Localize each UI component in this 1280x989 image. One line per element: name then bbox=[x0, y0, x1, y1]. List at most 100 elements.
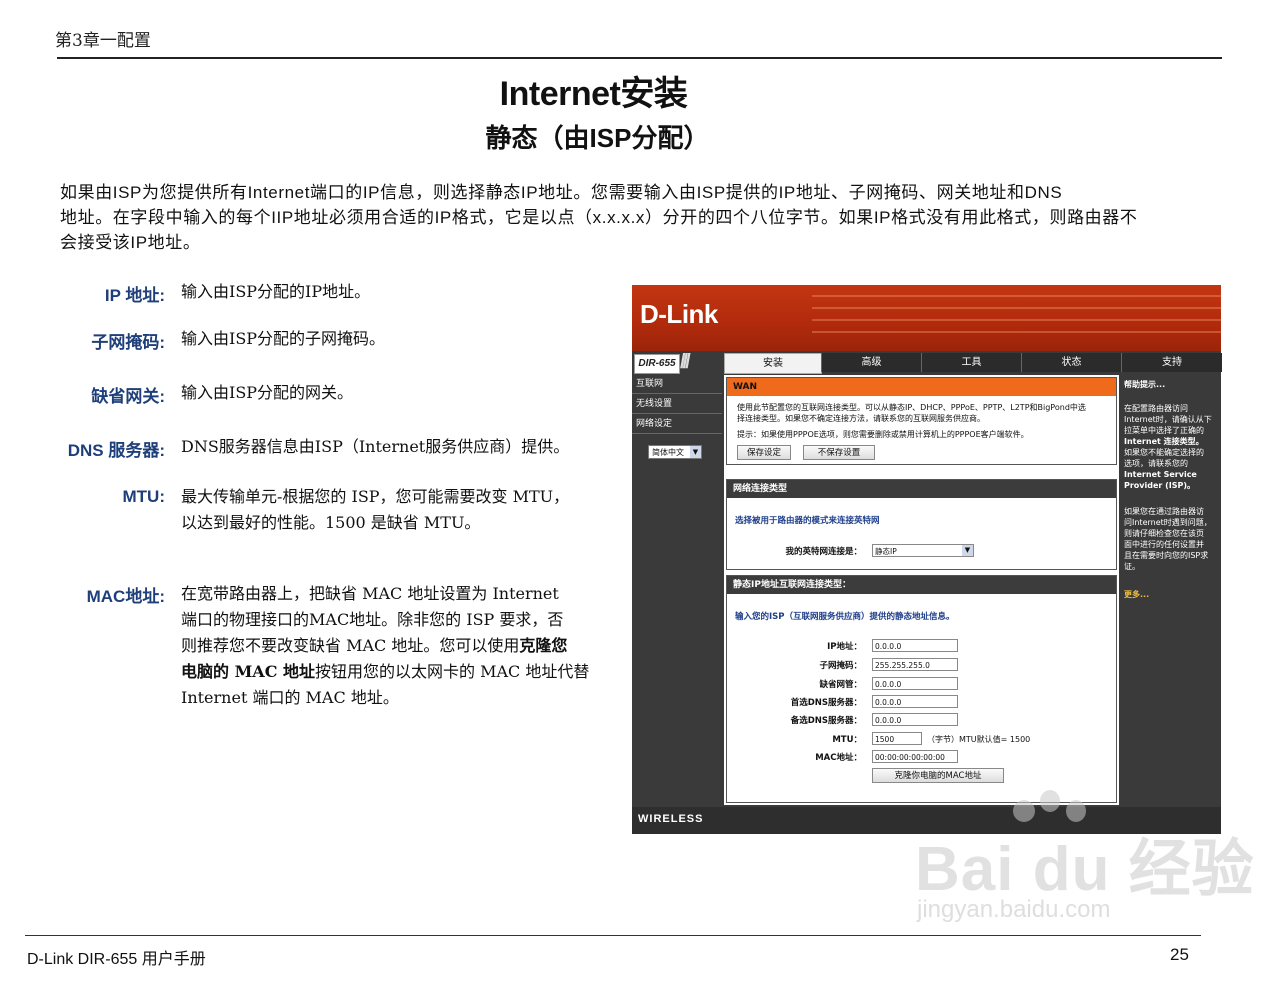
mac-input[interactable]: 00:00:00:00:00:00 bbox=[872, 750, 958, 763]
secondary-dns-input[interactable]: 0.0.0.0 bbox=[872, 713, 958, 726]
intro-line: 地址。在字段中输入的每个IIP地址必须用合适的IP格式，它是以点（x.x.x.x… bbox=[60, 208, 1138, 227]
banner-stripe bbox=[812, 319, 1221, 321]
router-screenshot: D-Link DIR-655 /// 安装 高级 工具 状态 支持 互联网 无线… bbox=[632, 285, 1222, 834]
gateway-label: 缺省网关: bbox=[91, 387, 165, 406]
static-ip-prompt: 输入您的ISP（互联网服务供应商）提供的静态地址信息。 bbox=[735, 612, 955, 622]
ip-address-label: IP地址： bbox=[827, 642, 862, 652]
intro-line: 如果由ISP为您提供所有Internet端口的IP信息，则选择静态IP地址。您需… bbox=[60, 183, 1063, 202]
wan-box: WAN 使用此节配置您的互联网连接类型。可以从静态IP、DHCP、PPPoE、P… bbox=[726, 377, 1117, 465]
ip-description: 输入由ISP分配的IP地址。 bbox=[181, 282, 371, 301]
static-ip-box: 静态IP地址互联网连接类型： 输入您的ISP（互联网服务供应商）提供的静态地址信… bbox=[726, 575, 1117, 803]
help-line: Internet 连接类型。 bbox=[1124, 437, 1204, 446]
connection-type-select[interactable]: 静态IP ▼ bbox=[872, 544, 974, 557]
page-number: 25 bbox=[1170, 945, 1189, 964]
help-line: 且在需要时向您的ISP求 bbox=[1124, 551, 1209, 560]
nav-internet[interactable]: 互联网 bbox=[632, 375, 722, 394]
intro-line: 会接受该IP地址。 bbox=[60, 233, 201, 252]
mac-description: 在宽带路由器上，把缺省 MAC 地址设置为 Internet 端口的物理接口的M… bbox=[181, 581, 629, 711]
language-select[interactable]: 简体中文 ▼ bbox=[648, 445, 702, 459]
wireless-logo: WIRELESS bbox=[638, 813, 704, 825]
slash-decoration: /// bbox=[680, 351, 691, 373]
mac-line-text: 按钮用您的以太网卡的 MAC 地址代替 bbox=[315, 662, 590, 681]
subnet-mask-input[interactable]: 255.255.255.0 bbox=[872, 658, 958, 671]
help-panel: 帮助提示... 在配置路由器访问 Internet时，请确认从下 拉菜单中选择了… bbox=[1121, 375, 1219, 805]
help-title: 帮助提示... bbox=[1124, 380, 1166, 389]
wan-text-line: 使用此节配置您的互联网连接类型。可以从静态IP、DHCP、PPPoE、PPTP、… bbox=[737, 403, 1086, 412]
intro-paragraph: 如果由ISP为您提供所有Internet端口的IP信息，则选择静态IP地址。您需… bbox=[60, 180, 1260, 255]
mtu-line: 以达到最好的性能。1500 是缺省 MTU。 bbox=[181, 513, 481, 532]
chapter-header: 第3章一配置 bbox=[55, 31, 151, 51]
dont-save-button[interactable]: 不保存设置 bbox=[803, 445, 875, 460]
page-title: Internet安装 bbox=[499, 75, 688, 113]
mac-line-text: 则推荐您不要改变缺省 MAC 地址。您可以使用 bbox=[181, 636, 520, 655]
mtu-label: MTU: bbox=[122, 487, 165, 506]
mac-label: MAC地址: bbox=[86, 587, 165, 606]
help-line: Internet时，请确认从下 bbox=[1124, 415, 1212, 424]
tab-support[interactable]: 支持 bbox=[1121, 353, 1222, 372]
clone-mac-button[interactable]: 克隆你电脑的MAC地址 bbox=[872, 768, 1004, 783]
ip-label: IP 地址: bbox=[104, 286, 165, 305]
main-panel: WAN 使用此节配置您的互联网连接类型。可以从静态IP、DHCP、PPPoE、P… bbox=[724, 375, 1119, 805]
connection-type-box: 网络连接类型 选择被用于路由器的模式来连接英特网 我的英特网连接是： 静态IP … bbox=[726, 479, 1117, 570]
dns-label: DNS 服务器: bbox=[67, 441, 165, 460]
chevron-down-icon: ▼ bbox=[962, 545, 973, 556]
help-line: 拉菜单中选择了正确的 bbox=[1124, 426, 1204, 435]
ip-address-input[interactable]: 0.0.0.0 bbox=[872, 639, 958, 652]
help-line: Internet Service bbox=[1124, 470, 1197, 479]
banner-stripe bbox=[812, 331, 1221, 333]
wan-text: 使用此节配置您的互联网连接类型。可以从静态IP、DHCP、PPPoE、PPTP、… bbox=[737, 402, 1107, 440]
help-line: 问Internet时遇到问题， bbox=[1124, 518, 1212, 527]
page-subtitle: 静态（由ISP分配） bbox=[485, 123, 710, 153]
tab-advanced[interactable]: 高级 bbox=[821, 353, 921, 372]
help-line: 如果您不能确定选择的 bbox=[1124, 448, 1204, 457]
help-more-link[interactable]: 更多... bbox=[1124, 589, 1149, 600]
footer-rule bbox=[25, 935, 1201, 936]
gateway-description: 输入由ISP分配的网关。 bbox=[181, 383, 354, 402]
mac-line: 在宽带路由器上，把缺省 MAC 地址设置为 Internet bbox=[181, 584, 559, 603]
dlink-logo: D-Link bbox=[640, 299, 718, 329]
primary-dns-input[interactable]: 0.0.0.0 bbox=[872, 695, 958, 708]
mtu-input[interactable]: 1500 bbox=[872, 732, 922, 745]
model-badge: DIR-655 bbox=[634, 354, 680, 374]
chevron-down-icon: ▼ bbox=[690, 446, 701, 458]
dlink-banner: D-Link bbox=[632, 285, 1221, 351]
mac-line: 电脑的 MAC 地址按钮用您的以太网卡的 MAC 地址代替 bbox=[181, 659, 629, 685]
tab-tools[interactable]: 工具 bbox=[921, 353, 1021, 372]
mtu-note: （字节）MTU默认值= 1500 bbox=[927, 735, 1031, 744]
clone-button-reference: 电脑的 MAC 地址 bbox=[181, 662, 316, 681]
secondary-dns-label: 备选DNS服务器： bbox=[790, 716, 862, 726]
connection-type-prompt: 选择被用于路由器的模式来连接英特网 bbox=[735, 516, 880, 526]
help-line: 在配置路由器访问 bbox=[1124, 404, 1188, 413]
wan-header: WAN bbox=[727, 378, 1116, 396]
help-line: 如果您在通过路由器访 bbox=[1124, 507, 1204, 516]
mtu-field-label: MTU： bbox=[832, 735, 862, 745]
banner-stripe bbox=[812, 307, 1221, 309]
wan-text-line: 择连接类型。如果您不确定连接方法，请联系您的互联网服务供应商。 bbox=[737, 414, 985, 423]
subnet-mask-description: 输入由ISP分配的子网掩码。 bbox=[181, 329, 386, 348]
primary-dns-label: 首选DNS服务器： bbox=[790, 698, 862, 708]
left-nav: 互联网 无线设置 网络设定 简体中文 ▼ bbox=[632, 375, 722, 805]
nav-network[interactable]: 网络设定 bbox=[632, 415, 722, 434]
mtu-line: 最大传输单元-根据您的 ISP，您可能需要改变 MTU， bbox=[181, 487, 570, 506]
nav-wireless[interactable]: 无线设置 bbox=[632, 395, 722, 414]
dns-description: DNS服务器信息由ISP（Internet服务供应商）提供。 bbox=[181, 437, 570, 456]
mac-line: 则推荐您不要改变缺省 MAC 地址。您可以使用克隆您 bbox=[181, 633, 629, 659]
tab-setup[interactable]: 安装 bbox=[724, 353, 822, 374]
subnet-mask-label: 子网掩码: bbox=[91, 333, 165, 352]
mac-field-label: MAC地址： bbox=[815, 753, 862, 763]
connection-type-value: 静态IP bbox=[875, 547, 897, 556]
connection-type-label: 我的英特网连接是： bbox=[785, 547, 862, 557]
gateway-input[interactable]: 0.0.0.0 bbox=[872, 677, 958, 690]
mac-line: Internet 端口的 MAC 地址。 bbox=[181, 688, 399, 707]
clone-button-reference: 克隆您 bbox=[519, 636, 568, 655]
mtu-description: 最大传输单元-根据您的 ISP，您可能需要改变 MTU， 以达到最好的性能。15… bbox=[181, 484, 629, 536]
baidu-watermark-url: jingyan.baidu.com bbox=[917, 896, 1111, 923]
save-settings-button[interactable]: 保存设定 bbox=[737, 445, 791, 460]
baidu-watermark: Bai du 经验 bbox=[915, 835, 1255, 904]
help-tip-1: 在配置路由器访问 Internet时，请确认从下 拉菜单中选择了正确的 Inte… bbox=[1124, 403, 1218, 491]
header-rule bbox=[57, 57, 1222, 59]
paw-icon bbox=[1040, 790, 1060, 812]
footer-title: D-Link DIR-655 用户手册 bbox=[27, 951, 206, 968]
tab-status[interactable]: 状态 bbox=[1021, 353, 1121, 372]
wan-tip: 提示：如果使用PPPOE选项，则您需要删除或禁用计算机上的PPPOE客户端软件。 bbox=[737, 430, 1029, 439]
